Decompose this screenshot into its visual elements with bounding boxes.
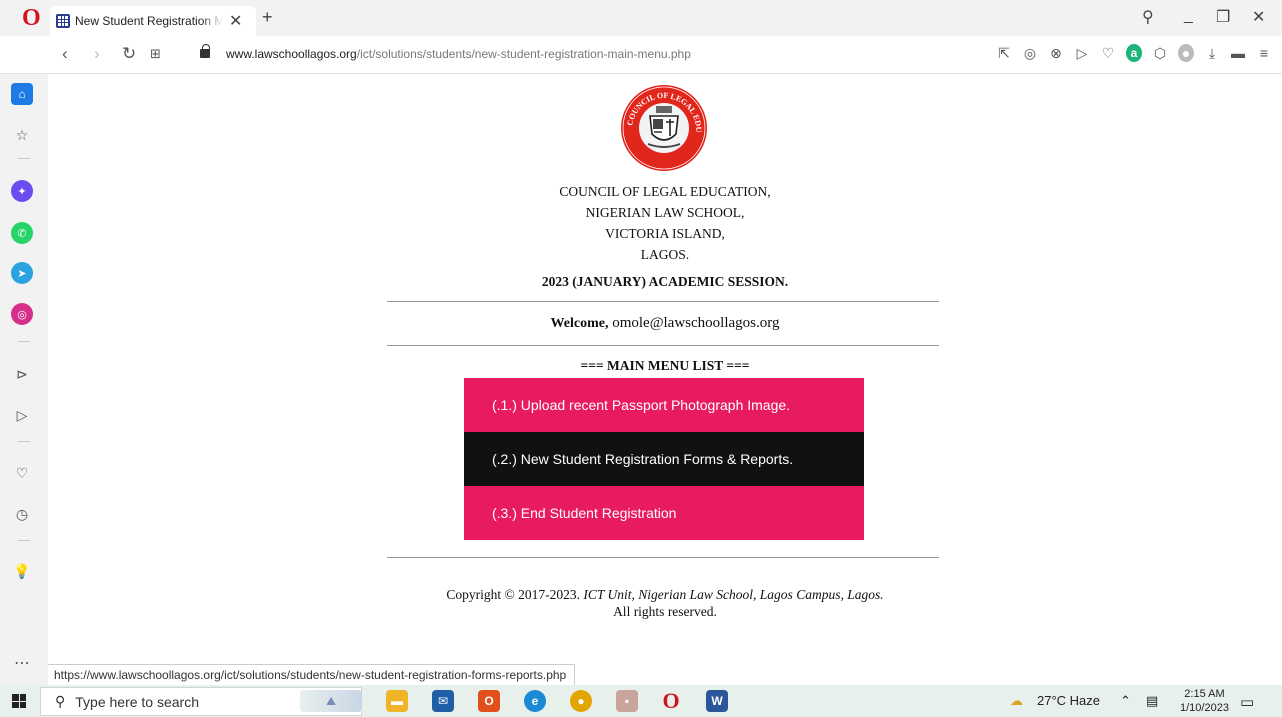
sidebar-home-icon[interactable]: ⌂ <box>11 83 33 105</box>
session-heading: 2023 (JANUARY) ACADEMIC SESSION. <box>541 274 789 289</box>
link-status-bar: https://www.lawschoollagos.org/ict/solut… <box>48 664 576 685</box>
browser-tab[interactable]: New Student Registration Main Menu ✕ <box>50 6 256 36</box>
maximize-icon[interactable]: ❐ <box>1216 7 1230 27</box>
address-line-4: LAGOS. <box>640 247 690 262</box>
toolbar-icons: ⇱ ◎ ⊗ ▷ ♡ a ⬡ ● ⤓ ▬ ≡ <box>996 44 1272 62</box>
registration-forms-button[interactable]: (.2.) New Student Registration Forms & R… <box>464 432 864 486</box>
edge-icon[interactable]: e <box>524 690 546 712</box>
tab-close-icon[interactable]: ✕ <box>229 11 242 31</box>
clock-date: 1/10/2023 <box>1180 702 1229 714</box>
address-line-3: VICTORIA ISLAND, <box>605 226 725 241</box>
clock-time: 2:15 AM <box>1184 688 1225 700</box>
menu-item-label: (.3.) End Student Registration <box>492 505 677 521</box>
main-menu-title: === MAIN MENU LIST === <box>580 358 750 373</box>
tray-chevron-icon[interactable]: ⌃ <box>1120 693 1131 709</box>
adblock-icon[interactable]: ⊗ <box>1048 44 1064 62</box>
opera-menu-icon[interactable]: O <box>22 6 44 30</box>
chrome-icon[interactable]: ● <box>570 690 592 712</box>
sidebar-more-icon[interactable]: ⋯ <box>11 652 33 674</box>
windows-taskbar: ⚲ Type here to search ⛰ ▬ ✉ O e ● ▪ O W … <box>0 685 1282 717</box>
download-icon[interactable]: ⤓ <box>1204 44 1220 62</box>
url-field[interactable]: www.lawschoollagos.org/ict/solutions/stu… <box>226 47 691 61</box>
search-placeholder: Type here to search <box>75 693 200 710</box>
clock[interactable]: 2:15 AM 1/10/2023 <box>1180 687 1229 715</box>
search-tabs-icon[interactable]: ⚲ <box>1142 7 1154 27</box>
sidebar-flow-icon[interactable]: ▷ <box>11 404 33 426</box>
minimize-icon[interactable]: _ <box>1184 7 1193 25</box>
sidebar-player-icon[interactable]: ⊳ <box>11 363 33 385</box>
sidebar-speed-dial-icon[interactable]: ☆ <box>11 124 33 146</box>
start-menu-icon[interactable] <box>12 694 26 708</box>
rights-reserved: All rights reserved. <box>613 604 717 619</box>
url-domain: www.lawschoollagos.org <box>226 47 357 61</box>
end-registration-button[interactable]: (.3.) End Student Registration <box>464 486 864 540</box>
speed-dial-icon[interactable]: ⊞ <box>150 45 161 63</box>
app-icon[interactable]: ▪ <box>616 690 638 712</box>
search-highlight-icon: ⛰ <box>300 690 362 712</box>
sidebar-pinboard-icon[interactable]: ♡ <box>11 462 33 484</box>
forward-icon[interactable]: › <box>94 45 100 63</box>
tab-favicon-icon <box>56 14 70 28</box>
council-seal-logo: COUNCIL OF LEGAL EDUCATION <box>620 84 707 171</box>
address-line-1: COUNCIL OF LEGAL EDUCATION, <box>559 184 771 199</box>
welcome-email: omole@lawschoollagos.org <box>612 315 780 331</box>
menu-item-label: (.2.) New Student Registration Forms & R… <box>492 451 794 467</box>
easy-setup-icon[interactable]: ≡ <box>1256 44 1272 62</box>
address-toolbar: ‹ › ↻ ⊞ www.lawschoollagos.org/ict/solut… <box>0 36 1282 74</box>
file-explorer-icon[interactable]: ▬ <box>386 690 408 712</box>
menu-item-label: (.1.) Upload recent Passport Photograph … <box>492 397 791 413</box>
sidebar-telegram-icon[interactable]: ➤ <box>11 262 33 284</box>
new-tab-icon[interactable]: + <box>262 7 273 28</box>
sidebar-history-icon[interactable]: ◷ <box>11 503 33 525</box>
close-window-icon[interactable]: ✕ <box>1252 7 1265 27</box>
copyright-text: Copyright © 2017-2023. <box>446 587 581 602</box>
reload-icon[interactable]: ↻ <box>122 45 136 63</box>
welcome-label: Welcome, <box>550 316 609 331</box>
copyright-owner: ICT Unit, Nigerian Law School, Lagos Cam… <box>583 587 884 602</box>
welcome-line: Welcome, omole@lawschoollagos.org <box>48 315 1282 332</box>
office-icon[interactable]: O <box>478 690 500 712</box>
flow-icon[interactable]: ▷ <box>1074 44 1090 62</box>
battery-icon[interactable]: ▬ <box>1230 44 1246 62</box>
sidebar: ⌂ ☆ ✦ ✆ ➤ ◎ ⊳ ▷ ♡ ◷ 💡 ⋯ <box>0 74 48 685</box>
share-icon[interactable]: ⇱ <box>996 44 1012 62</box>
title-bar: O New Student Registration Main Menu ✕ +… <box>0 0 1282 36</box>
upload-passport-button[interactable]: (.1.) Upload recent Passport Photograph … <box>464 378 864 432</box>
notifications-icon[interactable]: ▭ <box>1240 693 1254 711</box>
copyright-footer: Copyright © 2017-2023. ICT Unit, Nigeria… <box>48 586 1282 620</box>
favorites-icon[interactable]: ♡ <box>1100 44 1116 62</box>
divider <box>387 301 939 302</box>
mail-icon[interactable]: ✉ <box>432 690 454 712</box>
tab-title: New Student Registration Main Menu <box>75 14 223 28</box>
weather-icon[interactable]: ☁ <box>1010 693 1023 709</box>
page-content: COUNCIL OF LEGAL EDUCATION COUNCIL OF LE… <box>48 74 1282 685</box>
sidebar-instagram-icon[interactable]: ◎ <box>11 303 33 325</box>
lock-icon <box>200 44 210 58</box>
divider <box>387 345 939 346</box>
opera-taskbar-icon[interactable]: O <box>660 688 682 713</box>
search-icon: ⚲ <box>55 693 66 709</box>
extension-a-icon[interactable]: a <box>1126 44 1142 62</box>
weather-text[interactable]: 27°C Haze <box>1037 693 1100 708</box>
sidebar-whatsapp-icon[interactable]: ✆ <box>11 222 33 244</box>
snapshot-icon[interactable]: ◎ <box>1022 44 1038 62</box>
address-line-2: NIGERIAN LAW SCHOOL, <box>585 205 745 220</box>
extensions-cube-icon[interactable]: ⬡ <box>1152 44 1168 62</box>
sidebar-messenger-icon[interactable]: ✦ <box>11 180 33 202</box>
divider <box>387 557 939 558</box>
network-icon[interactable]: ▤ <box>1146 693 1158 709</box>
url-path: /ict/solutions/students/new-student-regi… <box>356 47 691 61</box>
back-icon[interactable]: ‹ <box>62 45 68 63</box>
word-icon[interactable]: W <box>706 690 728 712</box>
profile-icon[interactable]: ● <box>1178 44 1194 62</box>
sidebar-tips-icon[interactable]: 💡 <box>11 560 33 582</box>
